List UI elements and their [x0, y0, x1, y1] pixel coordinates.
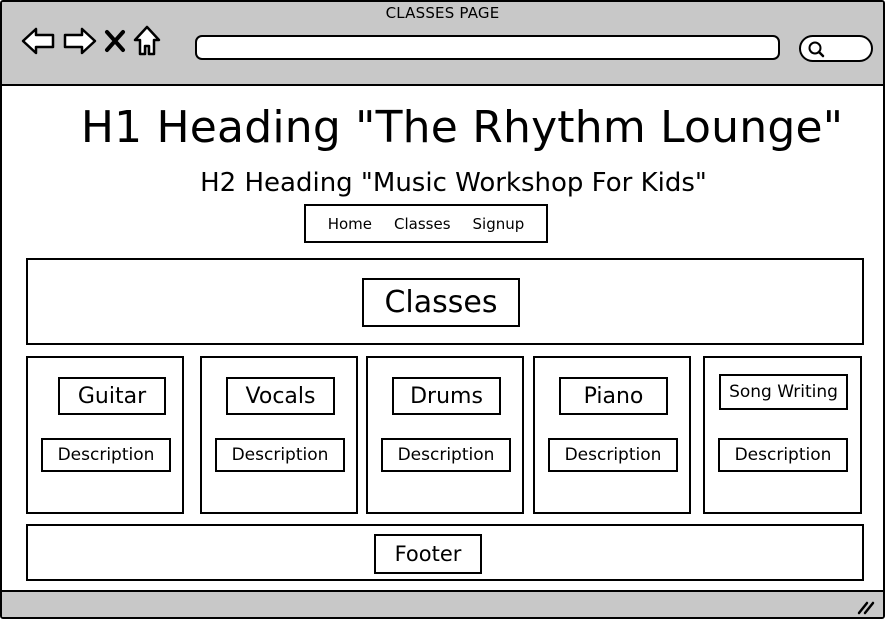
browser-window: CLASSES PAGE H1 Heading "The Rhythm Loun… [0, 0, 885, 619]
class-card-description: Description [381, 438, 511, 472]
browser-toolbar: CLASSES PAGE [2, 2, 883, 86]
resize-handle-icon[interactable] [855, 599, 875, 615]
class-card-title: Vocals [226, 377, 335, 415]
page-title: H1 Heading "The Rhythm Lounge" [80, 102, 844, 153]
page-subtitle: H2 Heading "Music Workshop For Kids" [200, 168, 707, 198]
class-card-vocals[interactable]: Vocals Description [200, 356, 358, 514]
forward-arrow-icon[interactable] [62, 25, 98, 61]
status-bar [2, 590, 883, 617]
home-icon[interactable] [132, 24, 162, 62]
nav-icon-group [20, 24, 162, 62]
window-title: CLASSES PAGE [385, 4, 500, 22]
class-card-drums[interactable]: Drums Description [366, 356, 524, 514]
class-card-guitar[interactable]: Guitar Description [26, 356, 184, 514]
nav-item-classes[interactable]: Classes [394, 215, 451, 233]
address-bar[interactable] [195, 35, 780, 60]
class-card-title: Guitar [58, 377, 166, 415]
class-card-description: Description [718, 438, 848, 472]
nav-item-home[interactable]: Home [328, 215, 372, 233]
back-arrow-icon[interactable] [20, 25, 56, 61]
class-card-title: Drums [392, 377, 501, 415]
search-field[interactable] [799, 35, 873, 62]
class-card-title: Piano [559, 377, 668, 415]
close-icon[interactable] [104, 26, 126, 60]
classes-heading: Classes [362, 278, 520, 327]
footer: Footer [26, 524, 864, 581]
main-nav: Home Classes Signup [304, 204, 548, 243]
class-card-title: Song Writing [719, 374, 848, 410]
search-icon [808, 41, 825, 58]
classes-section: Classes [26, 258, 864, 345]
class-card-description: Description [41, 438, 171, 472]
class-card-piano[interactable]: Piano Description [533, 356, 691, 514]
class-card-description: Description [548, 438, 678, 472]
nav-item-signup[interactable]: Signup [473, 215, 525, 233]
page-content: H1 Heading "The Rhythm Lounge" H2 Headin… [2, 88, 883, 590]
class-card-song-writing[interactable]: Song Writing Description [703, 356, 862, 514]
class-card-description: Description [215, 438, 345, 472]
footer-label: Footer [374, 534, 482, 574]
